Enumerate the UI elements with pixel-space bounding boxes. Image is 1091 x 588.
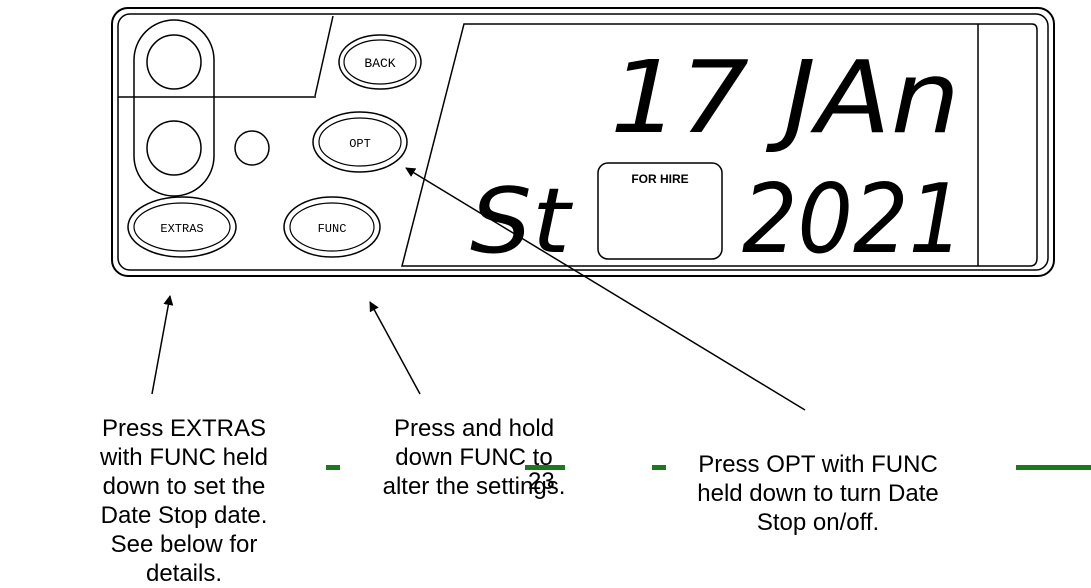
extras-callout-arrow <box>151 295 174 395</box>
opt-button[interactable]: OPT <box>312 111 408 173</box>
lcd-top-line: 17 JAn <box>610 39 960 156</box>
opt-button-label: OPT <box>349 137 371 151</box>
page-number: 23 <box>528 468 555 495</box>
for-hire-sign: FOR HIRE <box>597 162 723 260</box>
for-hire-label: FOR HIRE <box>631 172 688 186</box>
back-button-label: BACK <box>364 56 395 71</box>
back-button[interactable]: BACK <box>338 34 422 90</box>
round-button-pill <box>133 19 215 197</box>
lcd-bottom-right: 2021 <box>742 165 964 275</box>
separator-dash <box>326 465 340 470</box>
lcd-bottom-left: St <box>470 169 574 274</box>
separator-dash <box>652 465 666 470</box>
extras-caption: Press EXTRAS with FUNC held down to set … <box>99 415 269 587</box>
func-button-label: FUNC <box>318 222 347 236</box>
func-callout-arrow <box>369 301 421 395</box>
separator-dash <box>1016 465 1091 470</box>
round-button-bottom[interactable] <box>146 120 202 176</box>
indicator-light <box>234 130 270 166</box>
opt-caption: Press OPT with FUNC held down to turn Da… <box>697 451 939 536</box>
extras-button[interactable]: EXTRAS <box>127 196 237 258</box>
extras-button-label: EXTRAS <box>160 222 203 236</box>
func-button[interactable]: FUNC <box>283 196 381 258</box>
left-panel-slash <box>314 15 334 97</box>
round-button-top[interactable] <box>146 34 202 90</box>
